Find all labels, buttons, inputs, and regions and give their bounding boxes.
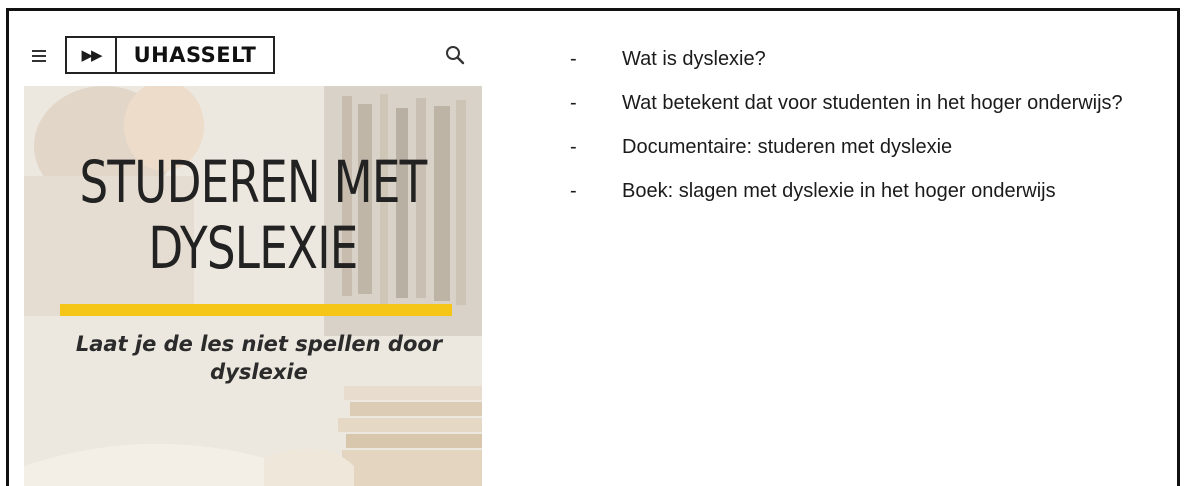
topic-text: Boek: slagen met dyslexie in het hoger o… [622, 180, 1056, 202]
accent-bar [60, 304, 452, 316]
topic-item: - Wat betekent dat voor studenten in het … [570, 86, 1160, 121]
top-bar: ▶▶ UHASSELT [24, 22, 482, 86]
logo-arrows: ▶▶ [67, 38, 117, 72]
logo-text: UHASSELT [133, 43, 257, 67]
hamburger-menu-icon[interactable] [32, 50, 46, 62]
topic-text: Documentaire: studeren met dyslexie [622, 136, 953, 158]
bullet-dash: - [570, 92, 577, 114]
bullet-dash: - [570, 48, 577, 70]
hero-banner: STUDEREN MET DYSLEXIE Laat je de les nie… [24, 86, 482, 486]
hero-subtitle: Laat je de les niet spellen door dyslexi… [75, 332, 443, 384]
mobile-preview: ▶▶ UHASSELT STUDEREN MET DYSLEXIE Laat j… [24, 22, 482, 486]
topic-text: Wat betekent dat voor studenten in het h… [622, 92, 1123, 114]
topic-item: - Documentaire: studeren met dyslexie [570, 130, 1160, 165]
bullet-dash: - [570, 136, 577, 158]
topic-text: Wat is dyslexie? [622, 48, 766, 70]
topic-item: - Wat is dyslexie? [570, 42, 1160, 77]
topic-list: - Wat is dyslexie? - Wat betekent dat voor… [570, 42, 1160, 209]
search-icon[interactable] [444, 44, 466, 66]
bullet-dash: - [570, 180, 577, 202]
uhasselt-logo[interactable]: ▶▶ UHASSELT [65, 36, 275, 74]
hero-title-line1: STUDEREN MET [79, 148, 427, 216]
topic-item: - Boek: slagen met dyslexie in het hoger … [570, 174, 1160, 209]
hero-title-line2: DYSLEXIE [148, 214, 358, 282]
hero-background-image [24, 86, 482, 486]
